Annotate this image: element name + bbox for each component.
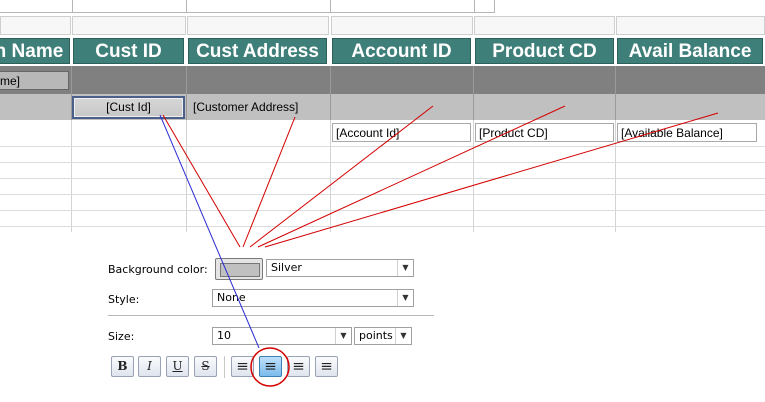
grid-line <box>186 66 187 120</box>
header-cell-cust-address[interactable]: Cust Address <box>187 37 328 65</box>
grid-line <box>0 162 765 163</box>
ruler-bar <box>0 0 765 14</box>
color-swatch <box>220 263 260 277</box>
column-handle[interactable] <box>72 16 186 35</box>
column-handle[interactable] <box>187 16 329 35</box>
strikethrough-icon: S <box>201 359 210 373</box>
italic-icon: I <box>147 359 152 373</box>
background-color-picker-button[interactable] <box>215 258 263 280</box>
divider <box>108 315 434 316</box>
chevron-down-icon[interactable]: ▼ <box>335 328 351 344</box>
header-cell-avail-balance[interactable]: Avail Balance <box>616 37 764 65</box>
ruler-segment <box>72 0 187 13</box>
grid-line <box>0 178 765 179</box>
bold-icon: B <box>117 359 128 373</box>
grid-line <box>0 146 765 147</box>
ruler-segment <box>186 0 331 13</box>
column-handle[interactable] <box>0 16 71 35</box>
align-justify-button[interactable]: ≡ <box>315 356 338 377</box>
grid-line <box>473 120 474 232</box>
underline-button[interactable]: U <box>166 356 189 377</box>
grid-line <box>0 226 765 227</box>
background-color-value: Silver <box>271 261 302 274</box>
group-header-band <box>0 66 765 94</box>
report-designer-grid: n Name Cust ID Cust Address Account ID P… <box>0 0 765 232</box>
properties-panel: Background color: Silver ▼ Style: None ▼… <box>100 232 440 402</box>
grid-line <box>71 120 72 232</box>
grid-line <box>330 120 331 232</box>
background-color-select[interactable]: Silver ▼ <box>266 259 414 277</box>
style-value: None <box>217 291 246 304</box>
cust-id-field[interactable]: [Cust Id] <box>72 96 185 119</box>
strikethrough-button[interactable]: S <box>194 356 217 377</box>
grid-line <box>473 66 474 120</box>
ruler-segment <box>0 0 73 13</box>
align-center-icon: ≡ <box>264 357 277 375</box>
italic-button[interactable]: I <box>138 356 161 377</box>
style-label: Style: <box>108 293 140 306</box>
column-handle[interactable] <box>474 16 615 35</box>
header-cell-cust-id[interactable]: Cust ID <box>72 37 185 65</box>
background-color-label: Background color: <box>108 263 208 276</box>
align-justify-icon: ≡ <box>320 357 333 375</box>
size-label: Size: <box>108 330 135 343</box>
column-handle[interactable] <box>616 16 765 35</box>
header-cell-product-cd[interactable]: Product CD <box>474 37 615 65</box>
style-select[interactable]: None ▼ <box>212 289 414 307</box>
grid-line <box>0 194 765 195</box>
align-left-button[interactable]: ≡ <box>231 356 254 377</box>
size-unit-select[interactable]: points ▼ <box>354 327 412 345</box>
chevron-down-icon[interactable]: ▼ <box>397 260 413 276</box>
bold-button[interactable]: B <box>111 356 134 377</box>
grid-line <box>330 66 331 120</box>
customer-address-field[interactable]: [Customer Address] <box>189 97 329 116</box>
align-right-icon: ≡ <box>292 357 305 375</box>
ruler-segment <box>474 0 495 13</box>
available-balance-field[interactable]: [Available Balance] <box>617 123 757 142</box>
group-name-field[interactable]: me] <box>0 71 69 90</box>
header-cell-account-id[interactable]: Account ID <box>331 37 472 65</box>
ruler-segment <box>330 0 475 13</box>
chevron-down-icon[interactable]: ▼ <box>395 328 411 344</box>
toolbar-separator <box>224 356 225 378</box>
size-select[interactable]: 10 ▼ <box>212 327 352 345</box>
column-handle[interactable] <box>331 16 473 35</box>
grid-line <box>186 120 187 232</box>
size-value: 10 <box>217 329 231 342</box>
chevron-down-icon[interactable]: ▼ <box>397 290 413 306</box>
size-unit-value: points <box>359 329 393 342</box>
grid-line <box>615 66 616 120</box>
align-right-button[interactable]: ≡ <box>287 356 310 377</box>
underline-icon: U <box>172 359 183 373</box>
product-cd-field[interactable]: [Product CD] <box>475 123 614 142</box>
grid-line <box>615 120 616 232</box>
align-center-button[interactable]: ≡ <box>259 356 282 377</box>
grid-line <box>0 210 765 211</box>
account-id-field[interactable]: [Account Id] <box>332 123 471 142</box>
align-left-icon: ≡ <box>236 357 249 375</box>
header-cell-name[interactable]: n Name <box>0 37 71 65</box>
